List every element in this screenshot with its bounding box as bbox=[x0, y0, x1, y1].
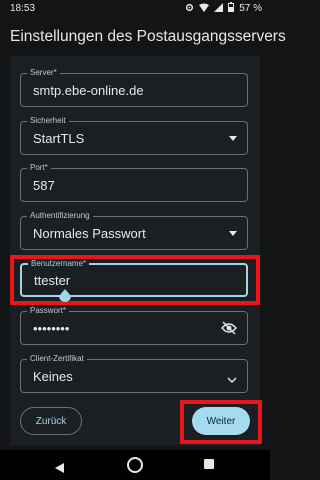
username-field[interactable]: Benutzername* ttester bbox=[20, 259, 248, 297]
username-value: ttester bbox=[34, 273, 71, 288]
battery-percent: 57 % bbox=[239, 3, 262, 14]
security-select[interactable]: Sicherheit StartTLS bbox=[20, 116, 248, 155]
password-value: •••••••• bbox=[33, 321, 70, 336]
server-value: smtp.ebe-online.de bbox=[33, 83, 144, 98]
port-field[interactable]: Port* 587 bbox=[20, 163, 248, 202]
status-icons: 57 % bbox=[185, 2, 262, 15]
dropdown-arrow-icon bbox=[229, 231, 237, 236]
server-label: Server* bbox=[27, 68, 60, 78]
chevron-down-icon bbox=[227, 371, 237, 389]
page-title: Einstellungen des Postausgangsservers bbox=[10, 28, 286, 45]
battery-icon bbox=[228, 2, 235, 15]
nav-recents-icon[interactable] bbox=[204, 459, 214, 469]
port-value: 587 bbox=[33, 178, 55, 193]
visibility-off-icon[interactable] bbox=[221, 321, 237, 340]
username-label: Benutzername* bbox=[28, 259, 90, 269]
authentication-select[interactable]: Authentifizierung Normales Passwort bbox=[20, 211, 248, 250]
signal-icon bbox=[214, 2, 224, 15]
wifi-icon bbox=[199, 3, 210, 15]
server-field[interactable]: Server* smtp.ebe-online.de bbox=[20, 68, 248, 107]
gear-icon bbox=[185, 3, 194, 15]
security-label: Sicherheit bbox=[27, 116, 69, 126]
back-button[interactable]: Zurück bbox=[20, 407, 82, 435]
security-value: StartTLS bbox=[33, 131, 85, 146]
nav-back-icon[interactable] bbox=[55, 460, 64, 478]
nav-home-icon[interactable] bbox=[127, 457, 143, 473]
status-bar: 18:53 57 % bbox=[0, 0, 270, 18]
navigation-bar bbox=[0, 450, 270, 480]
password-label: Passwort* bbox=[27, 306, 70, 316]
client-certificate-select[interactable]: Client-Zertifikat Keines bbox=[20, 354, 248, 393]
authentication-label: Authentifizierung bbox=[27, 211, 93, 221]
status-time: 18:53 bbox=[10, 3, 36, 14]
authentication-value: Normales Passwort bbox=[33, 226, 146, 241]
client-certificate-label: Client-Zertifikat bbox=[27, 354, 87, 364]
password-field[interactable]: Passwort* •••••••• bbox=[20, 306, 248, 345]
port-label: Port* bbox=[27, 163, 51, 173]
dropdown-arrow-icon bbox=[229, 136, 237, 141]
next-button[interactable]: Weiter bbox=[192, 407, 250, 435]
client-certificate-value: Keines bbox=[33, 369, 73, 384]
